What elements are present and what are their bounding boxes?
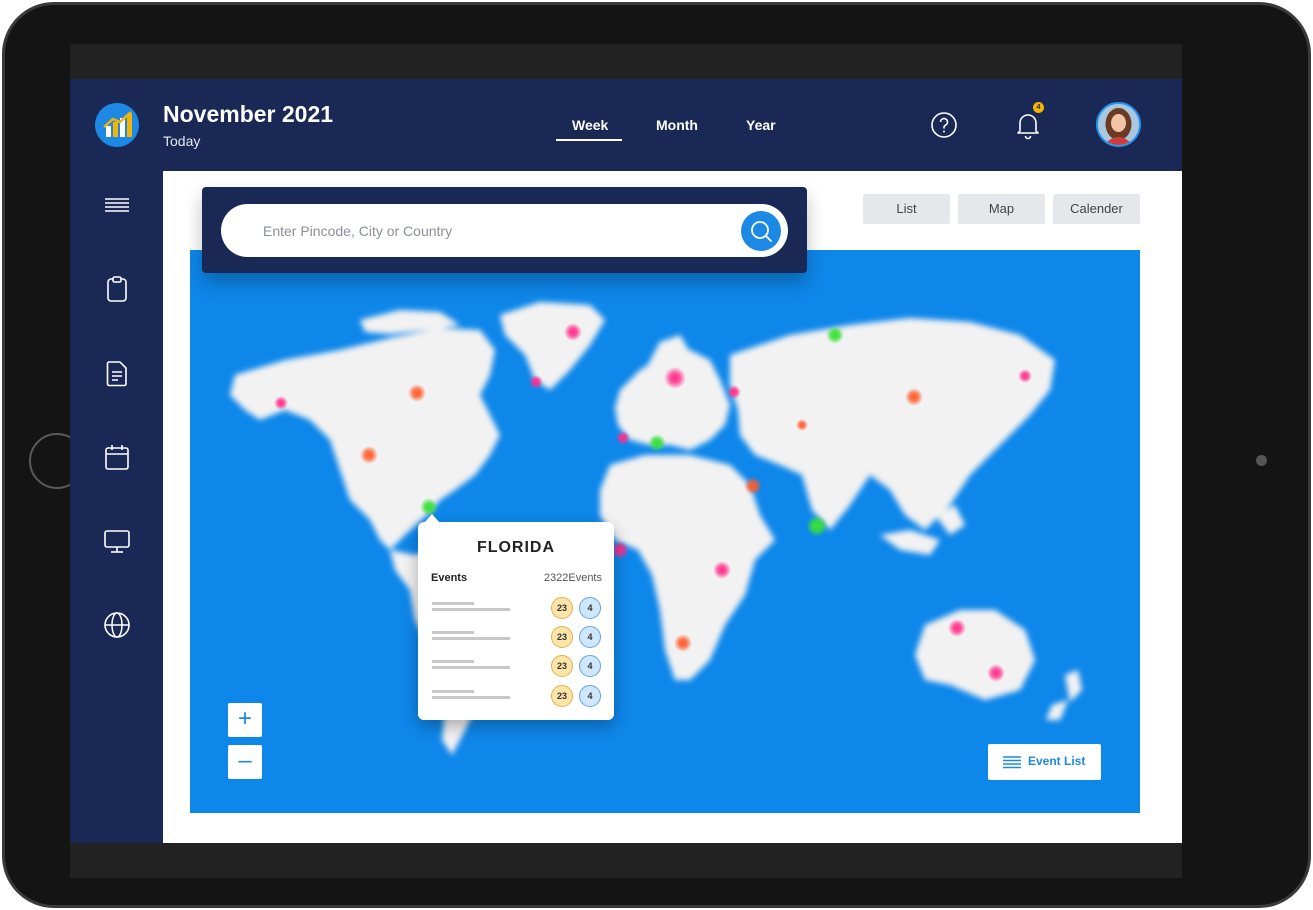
event-markers (274, 323, 1032, 682)
placeholder-line (432, 608, 510, 611)
placeholder-line (432, 602, 474, 605)
placeholder-line (432, 696, 510, 699)
event-marker[interactable] (905, 388, 923, 406)
list-item[interactable]: 23 4 (418, 684, 614, 708)
placeholder-line (432, 660, 474, 663)
camera-dot (1256, 455, 1267, 466)
event-marker[interactable] (408, 384, 426, 402)
tab-month[interactable]: Month (656, 117, 698, 133)
count-badge: 4 (579, 685, 601, 707)
list-icon (1003, 756, 1021, 769)
popup-events-label: Events (431, 572, 468, 584)
count-badge: 4 (579, 597, 601, 619)
popup-events-count: 2322Events (543, 572, 602, 584)
placeholder-line (432, 631, 474, 634)
count-badge: 23 (551, 685, 573, 707)
count-badge: 4 (579, 655, 601, 677)
placeholder-line (432, 666, 510, 669)
event-marker[interactable] (806, 515, 828, 537)
avatar[interactable] (1096, 102, 1141, 147)
search-panel (202, 187, 807, 273)
popup-title: FLORIDA (476, 539, 556, 556)
page-subtitle: Today (163, 133, 201, 149)
event-list-label: Event List (1028, 754, 1086, 768)
event-marker[interactable] (713, 561, 731, 579)
tablet-screen: November 2021 Today Week Month Year 4 En… (70, 44, 1182, 878)
notification-badge: 4 (1033, 102, 1044, 113)
count-badge: 23 (551, 597, 573, 619)
globe-icon[interactable] (103, 611, 131, 639)
list-item[interactable]: 23 4 (418, 596, 614, 620)
event-list-button[interactable]: Event List (988, 744, 1101, 780)
page-title: November 2021 (163, 101, 334, 127)
popup-arrow (424, 514, 440, 523)
tab-year[interactable]: Year (746, 117, 776, 133)
document-icon[interactable] (103, 359, 131, 387)
location-popup: FLORIDA Events 2322Events 23 4 23 4 23 4… (418, 514, 614, 720)
list-view-button[interactable]: List (863, 194, 950, 224)
zoom-out-button[interactable]: – (228, 745, 262, 779)
help-icon[interactable] (930, 111, 958, 139)
event-marker[interactable] (360, 446, 378, 464)
event-marker[interactable] (274, 396, 288, 410)
event-marker[interactable] (826, 326, 844, 344)
search-box (221, 204, 788, 257)
bell-icon[interactable] (1014, 109, 1042, 141)
list-item[interactable]: 23 4 (418, 625, 614, 649)
event-marker[interactable] (616, 431, 630, 445)
tab-week[interactable]: Week (572, 117, 608, 133)
zoom-in-button[interactable]: + (228, 703, 262, 737)
placeholder-line (432, 637, 510, 640)
event-marker[interactable] (948, 619, 966, 637)
search-input[interactable] (263, 204, 723, 257)
event-marker[interactable] (1018, 369, 1032, 383)
active-tab-indicator (556, 139, 622, 141)
menu-icon[interactable] (103, 191, 131, 219)
clipboard-icon[interactable] (103, 275, 131, 303)
search-icon (751, 221, 772, 242)
event-marker[interactable] (744, 477, 762, 495)
event-marker[interactable] (796, 419, 808, 431)
placeholder-line (432, 690, 474, 693)
calendar-icon[interactable] (103, 443, 131, 471)
world-map[interactable]: FLORIDA Events 2322Events 23 4 23 4 23 4… (190, 250, 1140, 813)
map-view-button[interactable]: Map (958, 194, 1045, 224)
event-marker[interactable] (674, 634, 692, 652)
main-content: List Map Calender (163, 171, 1182, 843)
app-logo-icon[interactable] (95, 103, 139, 147)
monitor-icon[interactable] (103, 527, 131, 555)
app: November 2021 Today Week Month Year 4 En… (70, 79, 1182, 843)
event-marker[interactable] (664, 367, 686, 389)
search-button[interactable] (741, 211, 781, 251)
event-marker[interactable] (564, 323, 582, 341)
list-item[interactable]: 23 4 (418, 654, 614, 678)
count-badge: 23 (551, 626, 573, 648)
event-marker[interactable] (529, 375, 543, 389)
sidebar (70, 171, 163, 843)
top-bar: November 2021 Today Week Month Year 4 (70, 79, 1182, 171)
event-marker[interactable] (648, 434, 666, 452)
event-marker[interactable] (727, 385, 741, 399)
calendar-view-button[interactable]: Calender (1053, 194, 1140, 224)
event-marker[interactable] (987, 664, 1005, 682)
count-badge: 23 (551, 655, 573, 677)
count-badge: 4 (579, 626, 601, 648)
